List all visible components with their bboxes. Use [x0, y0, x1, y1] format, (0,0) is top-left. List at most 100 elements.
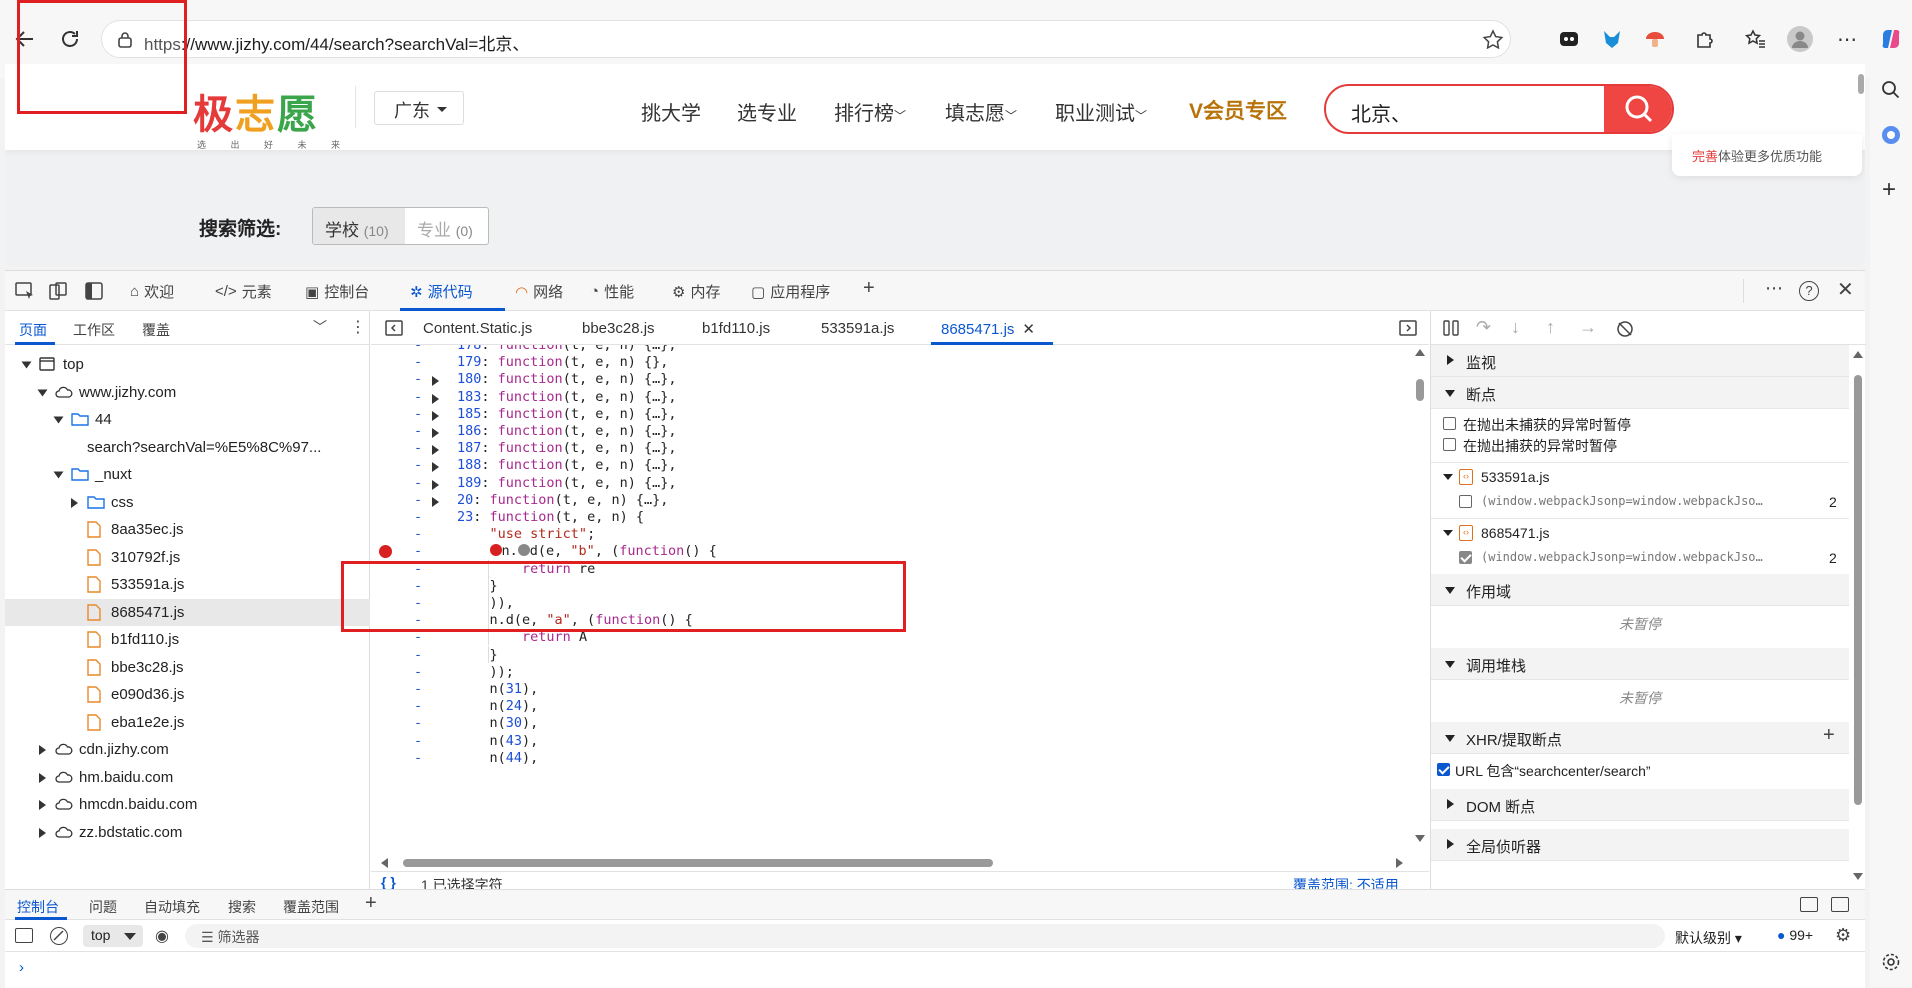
copilot-icon[interactable] [1876, 24, 1906, 54]
pause-resume-icon[interactable] [1443, 320, 1459, 336]
fold-arrow-icon[interactable] [432, 393, 439, 404]
url-text[interactable]: https://www.jizhy.com/44/search?searchVa… [144, 30, 529, 55]
breakpoint-marker[interactable] [379, 545, 392, 559]
sidebar-copilot-icon[interactable] [1880, 124, 1902, 146]
filter-major-button[interactable]: 专业 (0) [405, 208, 488, 244]
dock-side-icon[interactable] [85, 282, 103, 300]
dock-drawer-icon[interactable] [1800, 897, 1818, 912]
scroll-down-arrow-icon[interactable] [1853, 873, 1863, 880]
nav-rankings[interactable]: 排行榜﹀ [834, 97, 906, 126]
dom-breakpoints-section[interactable]: DOM 断点 [1431, 789, 1849, 821]
bp-line-checkbox[interactable] [1459, 551, 1472, 564]
tree-item[interactable]: cdn.jizhy.com [5, 736, 370, 763]
clear-console-icon[interactable] [50, 927, 68, 945]
scroll-up-arrow-icon[interactable] [1853, 351, 1863, 358]
extension-game-icon[interactable] [1554, 24, 1584, 54]
step-out-icon[interactable]: ↑ [1546, 317, 1555, 338]
context-select[interactable]: top [83, 925, 143, 947]
more-menu-icon[interactable]: ⋯ [1832, 24, 1862, 54]
extension-fox-icon[interactable] [1597, 24, 1627, 54]
reload-icon[interactable] [55, 24, 85, 54]
drawer-tab-search[interactable]: 搜索 [228, 897, 256, 917]
navigator-more-icon[interactable]: ⋮ [350, 317, 366, 337]
drawer-tab-issues[interactable]: 问题 [89, 897, 117, 917]
back-icon[interactable] [10, 24, 40, 54]
add-drawer-tab-icon[interactable]: + [365, 892, 377, 915]
device-toolbar-icon[interactable] [49, 282, 67, 300]
nav-choose-major[interactable]: 选专业 [737, 97, 797, 126]
site-info-icon[interactable] [117, 31, 133, 49]
nav-career-test[interactable]: 职业测试﹀ [1055, 97, 1147, 126]
close-devtools-icon[interactable]: ✕ [1837, 277, 1854, 302]
page-scrollbar-thumb[interactable] [1858, 74, 1864, 94]
region-select[interactable]: 广东 [374, 91, 464, 125]
help-icon[interactable]: ? [1799, 281, 1819, 301]
xhr-breakpoints-section[interactable]: XHR/提取断点 + [1431, 722, 1849, 754]
debugger-scrollbar-thumb[interactable] [1854, 375, 1862, 805]
tree-item[interactable]: e090d36.js [5, 681, 370, 708]
site-search-input[interactable]: 北京、 [1324, 84, 1674, 134]
navigator-tab-overrides[interactable]: 覆盖 [142, 320, 170, 340]
tree-item[interactable]: hm.baidu.com [5, 764, 370, 791]
breakpoints-section[interactable]: 断点 [1431, 377, 1849, 409]
popup-link[interactable]: 完善 [1692, 149, 1718, 164]
tab-network[interactable]: ◠ 网络 [515, 281, 563, 302]
search-button[interactable] [1604, 86, 1672, 132]
tab-console[interactable]: ▣ 控制台 [305, 281, 369, 302]
pretty-print-icon[interactable]: { } [381, 874, 396, 890]
tree-item[interactable]: _nuxt [5, 461, 370, 488]
xhr-url-checkbox[interactable] [1437, 763, 1450, 776]
sidebar-add-icon[interactable]: + [1882, 176, 1896, 204]
editor-tab-8685471[interactable]: 8685471.js ✕ [941, 320, 1035, 338]
log-level-select[interactable]: 默认级别 ▾ [1675, 928, 1742, 948]
console-filter-input[interactable]: ☰ 筛选器 [185, 924, 1665, 948]
console-sidebar-icon[interactable] [15, 928, 33, 943]
devtools-more-icon[interactable]: ⋯ [1765, 278, 1783, 299]
pause-uncaught-row[interactable]: 在抛出未捕获的异常时暂停 [1431, 414, 1849, 434]
expanded-arrow-icon[interactable] [53, 471, 64, 479]
tree-item[interactable]: b1fd110.js [5, 626, 370, 653]
code-vertical-scrollbar-thumb[interactable] [1416, 379, 1424, 401]
code-lines[interactable]: - 178: function(t, e, n) {…}, - 179: functi… [371, 345, 1411, 855]
expanded-arrow-icon[interactable] [53, 416, 64, 424]
tree-item[interactable]: 533591a.js [5, 571, 370, 598]
inspect-element-icon[interactable] [15, 282, 35, 300]
nav-vip-zone[interactable]: V会员专区 [1189, 95, 1287, 125]
issues-count-badge[interactable]: ● 99+ [1777, 927, 1813, 943]
tree-item[interactable]: zz.bdstatic.com [5, 819, 370, 846]
deactivate-breakpoints-icon[interactable] [1616, 320, 1634, 338]
tree-item[interactable]: 310792f.js [5, 544, 370, 571]
editor-tab-b1fd110[interactable]: b1fd110.js [702, 320, 770, 337]
bp-file-533591a[interactable]: ‹› 533591a.js [1431, 467, 1849, 489]
global-listeners-section[interactable]: 全局侦听器 [1431, 829, 1849, 861]
drawer-tab-autofill[interactable]: 自动填充 [144, 897, 200, 917]
profile-avatar-icon[interactable] [1785, 24, 1815, 54]
site-logo[interactable]: 极志愿 选 出 好 未 来 [193, 82, 351, 151]
scroll-up-arrow-icon[interactable] [1415, 349, 1425, 356]
fold-arrow-icon[interactable] [432, 445, 439, 456]
tab-application[interactable]: ▢ 应用程序 [751, 281, 830, 302]
step-into-icon[interactable]: ↓ [1511, 317, 1520, 338]
tree-item[interactable]: search?searchVal=%E5%8C%97... [5, 434, 370, 461]
tab-welcome[interactable]: ⌂ 欢迎 [130, 281, 174, 302]
code-line[interactable]: - n(44), [371, 749, 1411, 770]
tree-item[interactable]: 44 [5, 406, 370, 433]
add-xhr-breakpoint-icon[interactable]: + [1823, 724, 1835, 747]
navigator-tab-page[interactable]: 页面 [19, 320, 47, 340]
fold-arrow-icon[interactable] [432, 428, 439, 438]
code-vertical-scrollbar[interactable] [1413, 345, 1427, 855]
tab-memory[interactable]: ⚙ 内存 [672, 281, 720, 302]
favorites-icon[interactable] [1740, 24, 1770, 54]
fold-arrow-icon[interactable] [432, 496, 439, 507]
toggle-navigator-icon[interactable] [385, 320, 403, 336]
drawer-layout-icon[interactable] [1831, 897, 1849, 912]
scroll-right-arrow-icon[interactable] [1396, 858, 1403, 868]
sidebar-settings-icon[interactable] [1881, 952, 1901, 972]
favorite-star-icon[interactable] [1482, 29, 1504, 51]
tree-item[interactable]: 8aa35ec.js [5, 516, 370, 543]
step-icon[interactable]: → [1579, 317, 1597, 338]
scroll-left-arrow-icon[interactable] [381, 858, 388, 868]
drawer-tab-console[interactable]: 控制台 [17, 897, 59, 917]
tree-item[interactable]: top [5, 351, 370, 378]
fold-arrow-icon[interactable] [432, 479, 439, 490]
